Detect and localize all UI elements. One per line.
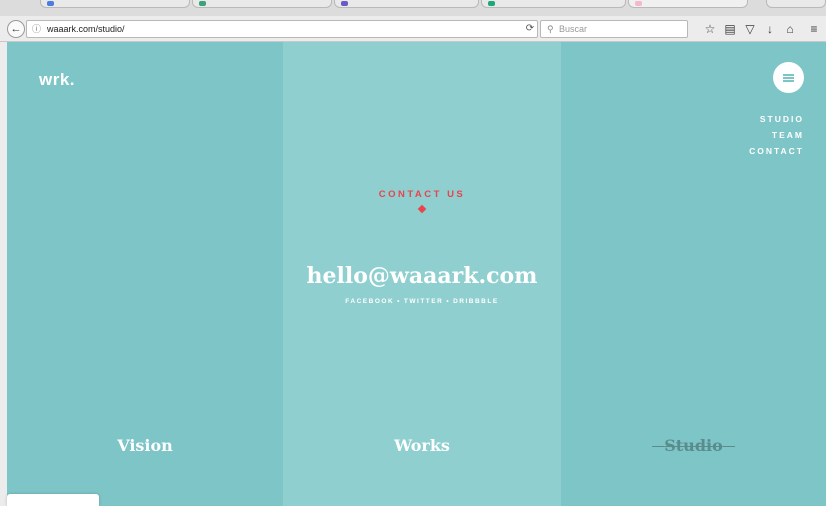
tab-favicon-icon — [47, 1, 54, 6]
hamburger-menu-button[interactable] — [773, 62, 804, 93]
nav-item-contact[interactable]: CONTACT — [749, 143, 804, 159]
facebook-link[interactable]: FACEBOOK — [345, 298, 394, 305]
separator: • — [446, 298, 451, 305]
twitter-link[interactable]: TWITTER — [404, 298, 443, 305]
studio-title-text: Studio — [652, 436, 735, 455]
separator: • — [397, 298, 401, 305]
browser-toolbar: ← ⓘ waaark.com/studio/ ⟳ ⚲ Buscar ☆ ▤ ▽ … — [0, 16, 826, 42]
download-icon[interactable]: ↓ — [762, 21, 778, 37]
works-title[interactable]: Works — [283, 436, 561, 455]
hamburger-icon — [783, 74, 794, 76]
studio-title[interactable]: Studio — [561, 436, 826, 455]
address-bar[interactable]: ⓘ waaark.com/studio/ ⟳ — [26, 20, 538, 38]
browser-tab[interactable] — [334, 0, 479, 8]
search-icon: ⚲ — [547, 24, 554, 34]
nav-item-team[interactable]: TEAM — [749, 127, 804, 143]
nav-item-studio[interactable]: STUDIO — [749, 111, 804, 127]
menu-icon[interactable]: ≡ — [806, 21, 822, 37]
tab-favicon-icon — [199, 1, 206, 6]
search-input[interactable]: ⚲ Buscar — [540, 20, 688, 38]
browser-tab[interactable] — [192, 0, 332, 8]
browser-tab[interactable] — [40, 0, 190, 8]
contact-heading: CONTACT US — [378, 189, 466, 200]
page-content: wrk. STUDIO TEAM CONTACT CONTACT US hell… — [7, 42, 826, 506]
hamburger-line — [783, 80, 794, 82]
tab-favicon-icon — [635, 1, 642, 6]
url-text[interactable]: waaark.com/studio/ — [47, 21, 125, 37]
hamburger-line — [783, 77, 794, 79]
browser-tab[interactable] — [481, 0, 626, 8]
search-placeholder: Buscar — [559, 24, 588, 34]
back-arrow-icon[interactable]: ← — [7, 20, 25, 38]
home-icon[interactable]: ⌂ — [782, 21, 798, 37]
browser-tab-active[interactable] — [628, 0, 748, 8]
new-tab-button[interactable] — [766, 0, 826, 8]
social-links: FACEBOOK • TWITTER • DRIBBBLE — [283, 298, 561, 305]
dribbble-link[interactable]: DRIBBBLE — [453, 298, 499, 305]
reload-icon[interactable]: ⟳ — [523, 21, 537, 37]
site-logo[interactable]: wrk. — [39, 70, 75, 90]
contact-email-link[interactable]: hello@waaark.com — [283, 263, 561, 289]
info-icon[interactable]: ⓘ — [32, 21, 41, 37]
star-icon[interactable]: ☆ — [702, 21, 718, 37]
site-nav: STUDIO TEAM CONTACT — [749, 111, 804, 159]
pocket-icon[interactable]: ▽ — [742, 21, 758, 37]
reading-list-icon[interactable]: ▤ — [722, 21, 738, 37]
tab-favicon-icon — [488, 1, 495, 6]
tab-favicon-icon — [341, 1, 348, 6]
vision-title[interactable]: Vision — [7, 436, 283, 455]
bottom-popup-box — [7, 494, 99, 506]
tab-strip — [0, 0, 826, 16]
